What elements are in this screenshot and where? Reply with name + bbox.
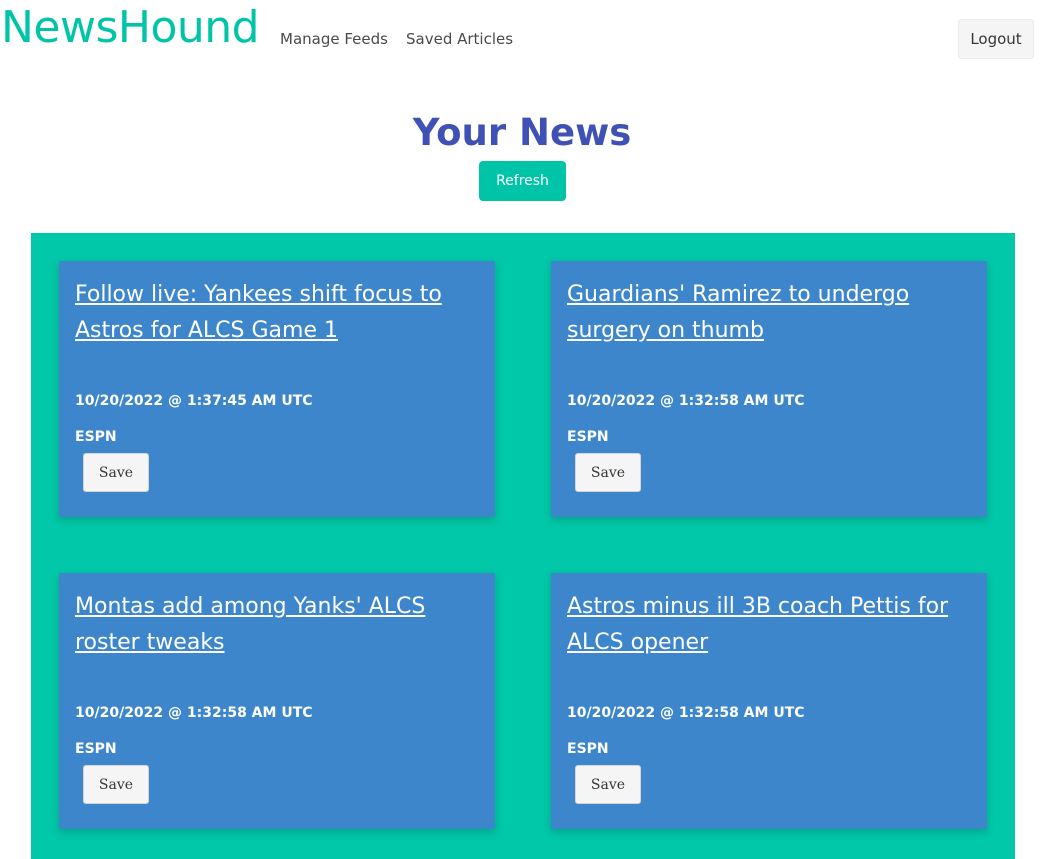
news-feed-panel: Follow live: Yankees shift focus to Astr…: [31, 233, 1015, 859]
article-title-link[interactable]: Guardians' Ramirez to undergo surgery on…: [567, 277, 967, 349]
article-card: Guardians' Ramirez to undergo surgery on…: [551, 261, 987, 517]
article-title-link[interactable]: Astros minus ill 3B coach Pettis for ALC…: [567, 589, 967, 661]
article-card: Astros minus ill 3B coach Pettis for ALC…: [551, 573, 987, 829]
save-article-button[interactable]: Save: [575, 453, 641, 492]
save-article-button[interactable]: Save: [575, 765, 641, 804]
article-source: ESPN: [567, 429, 609, 445]
nav-link-saved-articles[interactable]: Saved Articles: [406, 29, 513, 49]
save-article-button[interactable]: Save: [83, 453, 149, 492]
article-source: ESPN: [567, 741, 609, 757]
navbar: NewsHound Manage Feeds Saved Articles Lo…: [0, 0, 1044, 76]
article-card: Montas add among Yanks' ALCS roster twea…: [59, 573, 495, 829]
article-date: 10/20/2022 @ 1:32:58 AM UTC: [75, 705, 313, 721]
article-title-link[interactable]: Montas add among Yanks' ALCS roster twea…: [75, 589, 475, 661]
nav-link-manage-feeds[interactable]: Manage Feeds: [280, 29, 388, 49]
article-source: ESPN: [75, 741, 117, 757]
article-date: 10/20/2022 @ 1:37:45 AM UTC: [75, 393, 313, 409]
logout-button[interactable]: Logout: [958, 19, 1034, 59]
article-date: 10/20/2022 @ 1:32:58 AM UTC: [567, 393, 805, 409]
brand-logo-link[interactable]: NewsHound: [1, 2, 260, 54]
article-title-link[interactable]: Follow live: Yankees shift focus to Astr…: [75, 277, 475, 349]
save-article-button[interactable]: Save: [83, 765, 149, 804]
page-title: Your News: [412, 111, 632, 154]
article-source: ESPN: [75, 429, 117, 445]
refresh-button[interactable]: Refresh: [479, 161, 566, 201]
article-card: Follow live: Yankees shift focus to Astr…: [59, 261, 495, 517]
article-date: 10/20/2022 @ 1:32:58 AM UTC: [567, 705, 805, 721]
